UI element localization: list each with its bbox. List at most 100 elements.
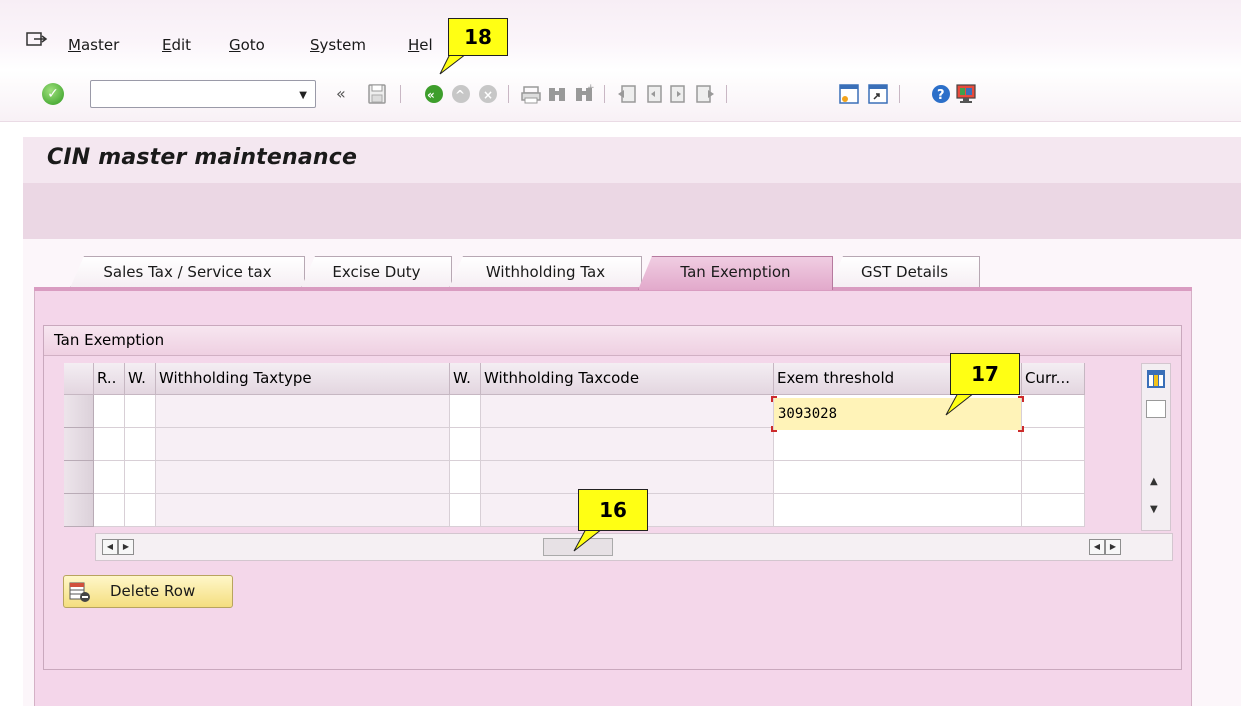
row-selector[interactable]	[64, 395, 94, 428]
callout-tail	[945, 393, 977, 416]
table-cell[interactable]	[125, 428, 156, 461]
menu-goto[interactable]: Goto	[229, 36, 265, 54]
table-cell[interactable]	[156, 494, 450, 527]
tab-excise-duty[interactable]: Excise Duty	[301, 256, 452, 288]
table-cell[interactable]	[450, 461, 481, 494]
toolbar-separator	[508, 85, 509, 103]
scroll-thumb[interactable]	[1146, 400, 1166, 418]
table-cell[interactable]	[450, 395, 481, 428]
help-icon[interactable]: ?	[930, 82, 952, 106]
horizontal-scrollbar[interactable]: ◀ ▶ ◀ ▶	[95, 533, 1173, 561]
enter-icon[interactable]: ✓	[42, 83, 64, 105]
toolbar-separator	[726, 85, 727, 103]
scroll-left-icon[interactable]: ◀	[1089, 539, 1105, 555]
command-field[interactable]: ▼	[90, 80, 316, 108]
shortcut-icon[interactable]	[867, 82, 889, 106]
scroll-up-icon[interactable]: ▲	[1150, 476, 1158, 487]
column-header-w1[interactable]: W.	[125, 363, 156, 395]
svg-text:?: ?	[937, 88, 945, 103]
page-title: CIN master maintenance	[47, 145, 358, 170]
scroll-right-icon[interactable]: ▶	[118, 539, 134, 555]
next-page-icon[interactable]	[668, 82, 690, 106]
menu-edit[interactable]: Edit	[162, 36, 191, 54]
toolbar-separator	[604, 85, 605, 103]
back-icon[interactable]: «	[423, 82, 445, 106]
first-page-icon[interactable]	[616, 82, 638, 106]
svg-text:«: «	[336, 84, 346, 103]
tab-strip-underline	[34, 287, 1192, 291]
focus-corner	[1018, 426, 1024, 432]
column-configuration-icon[interactable]	[1146, 369, 1166, 389]
svg-text:«: «	[427, 88, 435, 102]
table-cell[interactable]	[1022, 461, 1085, 494]
column-header-r[interactable]: R..	[94, 363, 125, 395]
delete-row-button[interactable]: Delete Row	[63, 575, 233, 608]
table-cell[interactable]	[481, 428, 774, 461]
standard-toolbar: ✓ ▼ « « ^ × + ?	[0, 70, 1241, 122]
scroll-down-icon[interactable]: ▼	[1150, 504, 1158, 515]
select-all-header[interactable]	[64, 363, 94, 395]
table-cell[interactable]	[774, 461, 1022, 494]
table-cell[interactable]	[450, 428, 481, 461]
exem-threshold-input[interactable]	[774, 398, 1021, 430]
dropdown-arrow-icon[interactable]: ▼	[299, 90, 307, 101]
title-bar: CIN master maintenance	[23, 137, 1241, 183]
table-cell[interactable]	[125, 461, 156, 494]
callout-18: 18	[448, 18, 508, 56]
tab-sales-tax-service-tax[interactable]: Sales Tax / Service tax	[70, 256, 305, 288]
last-page-icon[interactable]	[694, 82, 716, 106]
toolbar-separator	[899, 85, 900, 103]
find-next-icon[interactable]: +	[573, 82, 595, 106]
tab-tan-exemption[interactable]: Tan Exemption	[638, 256, 833, 290]
menu-master[interactable]: Master	[68, 36, 119, 54]
table-cell[interactable]	[94, 461, 125, 494]
exit-icon[interactable]: ^	[450, 82, 472, 106]
table-cell[interactable]	[156, 461, 450, 494]
column-header-currency[interactable]: Curr...	[1022, 363, 1085, 395]
table-cell[interactable]	[1022, 428, 1085, 461]
tab-gst-details[interactable]: GST Details	[829, 256, 980, 288]
scroll-right-icon[interactable]: ▶	[1105, 539, 1121, 555]
table-cell[interactable]	[94, 494, 125, 527]
cancel-icon[interactable]: ×	[477, 82, 499, 106]
command-input[interactable]	[95, 82, 285, 106]
customize-layout-icon[interactable]	[955, 82, 977, 106]
focus-corner	[771, 426, 777, 432]
collapse-icon[interactable]: «	[334, 82, 356, 106]
menu-bar: Master Edit Goto System Hel	[0, 0, 1241, 70]
table-cell[interactable]	[94, 395, 125, 428]
print-icon[interactable]	[520, 82, 542, 106]
focus-corner	[1018, 396, 1024, 402]
tab-withholding-tax[interactable]: Withholding Tax	[449, 256, 642, 288]
table-cell[interactable]	[1022, 395, 1085, 428]
callout-17: 17	[950, 353, 1020, 395]
row-selector[interactable]	[64, 428, 94, 461]
column-header-withholding-taxcode[interactable]: Withholding Taxcode	[481, 363, 774, 395]
menu-help[interactable]: Hel	[408, 36, 433, 54]
save-icon[interactable]	[366, 82, 388, 106]
table-cell[interactable]	[125, 494, 156, 527]
column-header-withholding-taxtype[interactable]: Withholding Taxtype	[156, 363, 450, 395]
menu-exit-icon[interactable]	[26, 31, 48, 49]
previous-page-icon[interactable]	[642, 82, 664, 106]
create-session-icon[interactable]	[838, 82, 860, 106]
table-cell[interactable]	[94, 428, 125, 461]
find-icon[interactable]	[546, 82, 568, 106]
focus-corner	[771, 396, 777, 402]
menu-system[interactable]: System	[310, 36, 366, 54]
vertical-scrollbar[interactable]: ▲ ▼	[1141, 363, 1171, 531]
table-cell[interactable]	[1022, 494, 1085, 527]
table-cell[interactable]	[774, 494, 1022, 527]
row-selector[interactable]	[64, 494, 94, 527]
svg-text:^: ^	[455, 88, 465, 102]
table-cell[interactable]	[774, 428, 1022, 461]
table-cell[interactable]	[125, 395, 156, 428]
column-header-w2[interactable]: W.	[450, 363, 481, 395]
svg-text:+: +	[587, 83, 595, 93]
scroll-left-icon[interactable]: ◀	[102, 539, 118, 555]
table-cell[interactable]	[450, 494, 481, 527]
row-selector[interactable]	[64, 461, 94, 494]
table-cell[interactable]	[156, 395, 450, 428]
table-cell[interactable]	[481, 395, 774, 428]
table-cell[interactable]	[156, 428, 450, 461]
